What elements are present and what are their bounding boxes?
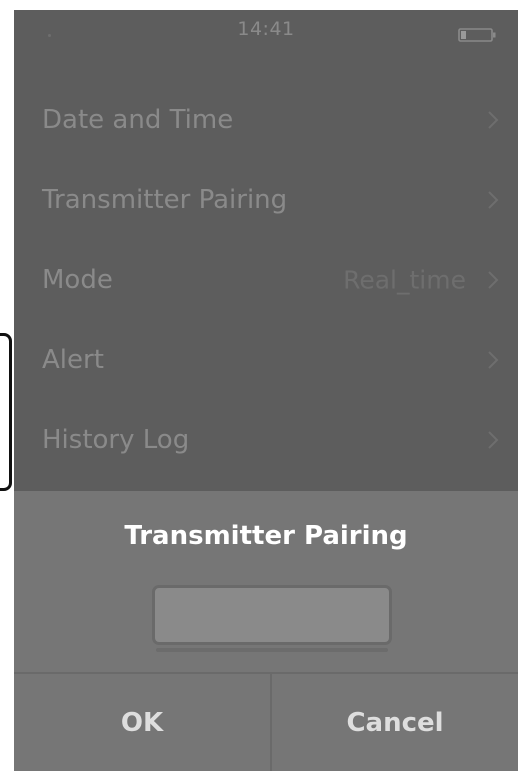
pairing-dialog: Transmitter Pairing OK Cancel [14, 491, 518, 771]
menu-item-history-log[interactable]: History Log [14, 400, 518, 480]
battery-low-icon [458, 28, 496, 42]
device-frame-edge [0, 333, 12, 491]
cancel-button[interactable]: Cancel [272, 674, 518, 771]
input-underline [156, 648, 388, 652]
pairing-code-input[interactable] [152, 585, 392, 645]
mode-value: Real_time [343, 265, 466, 295]
menu-item-label: Date and Time [42, 105, 234, 135]
chevron-right-icon [488, 431, 499, 449]
page: 14:41 Date and Time Transmitter Pairing … [0, 0, 518, 771]
chevron-right-icon [488, 351, 499, 369]
menu-item-mode[interactable]: Mode Real_time [14, 240, 518, 320]
chevron-right-icon [488, 111, 499, 129]
menu-item-label: Mode [42, 265, 113, 295]
ok-button[interactable]: OK [14, 674, 270, 771]
menu-item-transmitter-pairing[interactable]: Transmitter Pairing [14, 160, 518, 240]
menu-item-date-and-time[interactable]: Date and Time [14, 80, 518, 160]
chevron-right-icon [488, 191, 499, 209]
status-bar: 14:41 [14, 10, 518, 50]
menu-item-label: Transmitter Pairing [42, 185, 288, 215]
status-time: 14:41 [237, 18, 295, 40]
menu-item-alert[interactable]: Alert [14, 320, 518, 400]
menu-item-label: Alert [42, 345, 104, 375]
dialog-title: Transmitter Pairing [124, 521, 408, 551]
device-screen: 14:41 Date and Time Transmitter Pairing … [14, 10, 518, 771]
chevron-right-icon [488, 271, 499, 289]
menu-item-label: History Log [42, 425, 190, 455]
